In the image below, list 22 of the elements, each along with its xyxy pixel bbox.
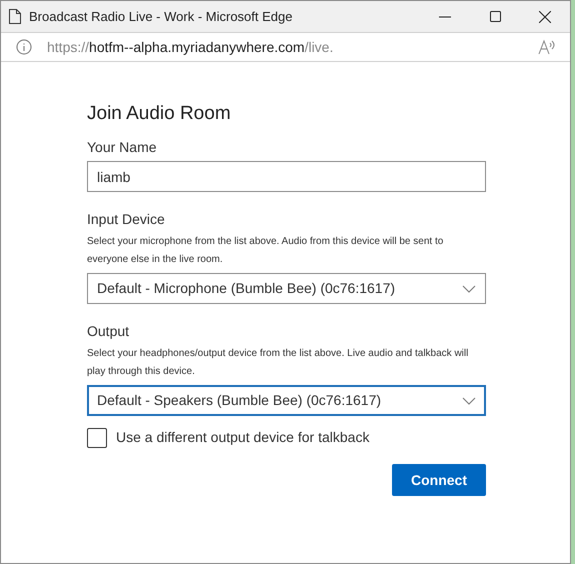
chevron-down-icon xyxy=(462,284,476,292)
maximize-icon xyxy=(490,11,500,22)
field-label: Your Name xyxy=(87,138,158,156)
form-title: Join Audio Room xyxy=(87,102,232,126)
name-input[interactable]: liamb xyxy=(87,161,486,192)
device-select[interactable]: Default - Microphone (Bumble Bee) (0c76:1617) xyxy=(87,273,486,304)
minimize-icon xyxy=(439,16,451,18)
url-text[interactable]: https://hotfm--alpha.myriadanywhere.com/live. xyxy=(47,36,538,58)
field-label: Output xyxy=(87,322,130,340)
checkbox-label: Use a different output device for talkback xyxy=(116,428,370,447)
help-text: Select your headphones/output device from the list above. Live audio and talkback will play through this device. xyxy=(87,347,470,379)
read-aloud-icon[interactable] xyxy=(538,39,556,55)
info-icon[interactable] xyxy=(16,39,32,55)
chevron-down-icon xyxy=(462,396,476,404)
checkbox[interactable] xyxy=(87,428,107,448)
help-text: Select your microphone from the list above. Audio from this device will be sent to everyone else in the live room. xyxy=(87,235,444,267)
window-title: Broadcast Radio Live - Work - Microsoft Edge xyxy=(29,8,294,26)
field-label: Input Device xyxy=(87,210,166,228)
page-icon xyxy=(9,9,21,24)
close-icon xyxy=(539,10,551,22)
connect-button[interactable]: Connect xyxy=(392,464,486,496)
device-select[interactable]: Default - Speakers (Bumble Bee) (0c76:1617) xyxy=(87,385,486,416)
